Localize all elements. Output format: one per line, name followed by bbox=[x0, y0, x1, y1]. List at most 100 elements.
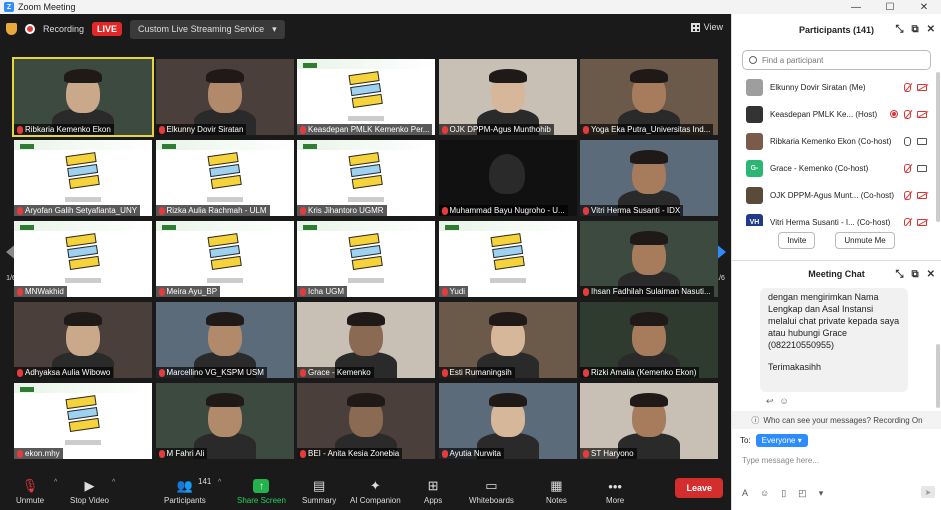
participant-status-icons bbox=[890, 110, 927, 119]
video-tile[interactable]: Rizka Aulia Rachmah - ULM bbox=[155, 140, 294, 216]
send-button[interactable]: ➤ bbox=[921, 486, 935, 498]
view-button[interactable]: View bbox=[690, 22, 723, 32]
side-panel: Participants (141) ⤡ ⧉ ✕ Find a particip… bbox=[731, 14, 941, 510]
unmute-button[interactable]: 🎙 Unmute bbox=[16, 478, 44, 505]
notes-button[interactable]: ▦ Notes bbox=[546, 478, 567, 505]
ai-companion-button[interactable]: ✦ AI Companion bbox=[350, 478, 401, 505]
participant-row[interactable]: VH Vitri Herma Susanti - I... (Co-host) bbox=[732, 209, 941, 226]
zoom-logo-icon: Z bbox=[4, 2, 14, 12]
emoji-reaction-icon[interactable]: ☺ bbox=[780, 396, 789, 407]
video-tile[interactable]: M Fahri Ali bbox=[155, 383, 294, 459]
participant-row[interactable]: Keasdepan PMLK Ke... (Host) bbox=[732, 101, 941, 128]
video-tile[interactable]: Adhyaksa Aulia Wibowo bbox=[14, 302, 152, 378]
video-tile[interactable]: Meira Ayu_BP bbox=[155, 221, 294, 297]
participant-name: Vitri Herma Susanti - IDX bbox=[591, 206, 681, 215]
video-tile[interactable]: ST Haryono bbox=[580, 383, 718, 459]
participants-options-chevron-icon[interactable]: ^ bbox=[218, 479, 221, 486]
video-tile[interactable]: BEI - Anita Kesia Zonebia bbox=[297, 383, 435, 459]
video-tile[interactable]: ekon.mhy bbox=[14, 383, 152, 459]
video-tile[interactable]: Ihsan Fadhilah Sulaiman Nasuti... bbox=[580, 221, 718, 297]
video-tile[interactable]: Keasdepan PMLK Kemenko Per... bbox=[297, 59, 435, 135]
participant-row[interactable]: G- Grace - Kemenko (Co-host) bbox=[732, 155, 941, 182]
participant-name: Elkunny Dovir Siratan bbox=[166, 125, 244, 134]
chat-tools: A ☺ ▯ ◰ ▾ bbox=[742, 488, 823, 499]
participant-name: Ihsan Fadhilah Sulaiman Nasuti... bbox=[591, 287, 711, 296]
participant-status-icons bbox=[904, 137, 927, 146]
participant-row-name: Grace - Kemenko (Co-host) bbox=[770, 164, 869, 173]
participants-panel-controls: ⤡ ⧉ ✕ bbox=[895, 24, 935, 35]
video-tile[interactable]: Grace - Kemenko bbox=[297, 302, 435, 378]
stop-video-button[interactable]: ▶ Stop Video bbox=[70, 478, 109, 505]
chat-scrollbar[interactable] bbox=[936, 344, 940, 408]
video-tile[interactable]: Aryofan Galih Setyafianta_UNY bbox=[14, 140, 152, 216]
participant-row[interactable]: OJK DPPM-Agus Munt... (Co-host) bbox=[732, 182, 941, 209]
video-options-chevron-icon[interactable]: ^ bbox=[112, 479, 115, 486]
event-badge bbox=[207, 233, 242, 275]
maximize-icon[interactable]: ☐ bbox=[873, 2, 907, 13]
invite-button[interactable]: Invite bbox=[778, 232, 816, 249]
leave-button[interactable]: Leave bbox=[675, 478, 723, 498]
participant-search-input[interactable]: Find a participant bbox=[742, 50, 931, 70]
audio-options-chevron-icon[interactable]: ^ bbox=[54, 479, 57, 486]
participant-name-tag: Aryofan Galih Setyafianta_UNY bbox=[14, 205, 141, 216]
chat-collapse-icon[interactable]: ⤡ bbox=[895, 269, 903, 280]
video-tile[interactable]: MNWakhid bbox=[14, 221, 152, 297]
muted-mic-icon bbox=[904, 191, 911, 200]
chat-close-icon[interactable]: ✕ bbox=[927, 269, 935, 280]
more-options-chevron-icon[interactable]: ▾ bbox=[819, 488, 824, 499]
window-controls: — ☐ ✕ bbox=[839, 2, 941, 13]
participant-row[interactable]: Ribkaria Kemenko Ekon (Co-host) bbox=[732, 128, 941, 155]
collapse-icon[interactable]: ⤡ bbox=[895, 24, 903, 35]
apps-button[interactable]: ⊞ Apps bbox=[424, 478, 442, 505]
video-off-icon bbox=[917, 111, 927, 118]
video-tile[interactable]: Marcellino VG_KSPM USM bbox=[155, 302, 294, 378]
ai-companion-label: AI Companion bbox=[350, 496, 401, 505]
video-tile[interactable]: Yudi bbox=[438, 221, 577, 297]
participant-row[interactable]: Elkunny Dovir Siratan (Me) bbox=[732, 74, 941, 101]
participants-scrollbar[interactable] bbox=[936, 72, 940, 222]
minimize-icon[interactable]: — bbox=[839, 2, 873, 13]
video-tile[interactable]: Kris Jihantoro UGMR bbox=[297, 140, 435, 216]
emoji-icon[interactable]: ☺ bbox=[760, 488, 769, 499]
video-tile[interactable]: Ribkaria Kemenko Ekon bbox=[12, 57, 154, 137]
whiteboards-label: Whiteboards bbox=[469, 496, 514, 505]
event-badge bbox=[65, 233, 101, 275]
video-tile[interactable]: Muhammad Bayu Nugroho - U... bbox=[438, 140, 577, 216]
message-visibility-note[interactable]: ⓘ Who can see your messages? Recording O… bbox=[732, 411, 941, 429]
whiteboards-button[interactable]: ▭ Whiteboards bbox=[469, 478, 514, 505]
recording-label[interactable]: Recording bbox=[43, 24, 84, 34]
participant-name: Keasdepan PMLK Kemenko Per... bbox=[308, 125, 430, 134]
close-window-icon[interactable]: ✕ bbox=[907, 2, 941, 13]
muted-mic-icon bbox=[904, 110, 911, 119]
chat-input[interactable]: Type message here... bbox=[742, 456, 819, 465]
video-tile[interactable]: Yoga Eka Putra_Universitas Ind... bbox=[580, 59, 718, 135]
muted-mic-icon bbox=[17, 449, 23, 458]
video-tile[interactable]: Icha UGM bbox=[297, 221, 435, 297]
format-icon[interactable]: A bbox=[742, 488, 748, 499]
video-tile[interactable]: Vitri Herma Susanti - IDX bbox=[580, 140, 718, 216]
video-tile[interactable]: Rizki Amalia (Kemenko Ekon) bbox=[580, 302, 718, 378]
video-tile[interactable]: Ayutia Nurwita bbox=[438, 383, 577, 459]
screenshot-icon[interactable]: ◰ bbox=[798, 488, 807, 499]
video-tile[interactable]: Esti Rumaningsih bbox=[438, 302, 577, 378]
reply-icon[interactable]: ↩ bbox=[766, 396, 774, 407]
summary-button[interactable]: ▤ Summary bbox=[302, 478, 336, 505]
close-panel-icon[interactable]: ✕ bbox=[927, 24, 935, 35]
participant-list: Elkunny Dovir Siratan (Me) Keasdepan PMLK… bbox=[732, 74, 941, 226]
participants-count: 141 bbox=[198, 477, 212, 486]
streaming-service-dropdown[interactable]: Custom Live Streaming Service ▾ bbox=[130, 19, 285, 39]
unmute-me-button[interactable]: Unmute Me bbox=[835, 232, 895, 249]
video-tile[interactable]: OJK DPPM-Agus Munthohib bbox=[438, 59, 577, 135]
share-screen-button[interactable]: ↑ Share Screen bbox=[237, 479, 286, 505]
muted-mic-icon bbox=[158, 287, 165, 296]
avatar: G- bbox=[746, 160, 763, 177]
file-icon[interactable]: ▯ bbox=[781, 488, 786, 499]
more-button[interactable]: ••• More bbox=[606, 479, 624, 506]
muted-mic-icon bbox=[904, 218, 911, 226]
chat-pop-out-icon[interactable]: ⧉ bbox=[911, 269, 918, 280]
pop-out-icon[interactable]: ⧉ bbox=[911, 24, 918, 35]
security-shield-icon[interactable] bbox=[6, 23, 17, 35]
recipient-dropdown[interactable]: Everyone ▾ bbox=[755, 434, 808, 447]
video-tile[interactable]: Elkunny Dovir Siratan bbox=[155, 59, 294, 135]
participant-name-tag: Vitri Herma Susanti - IDX bbox=[580, 205, 684, 216]
